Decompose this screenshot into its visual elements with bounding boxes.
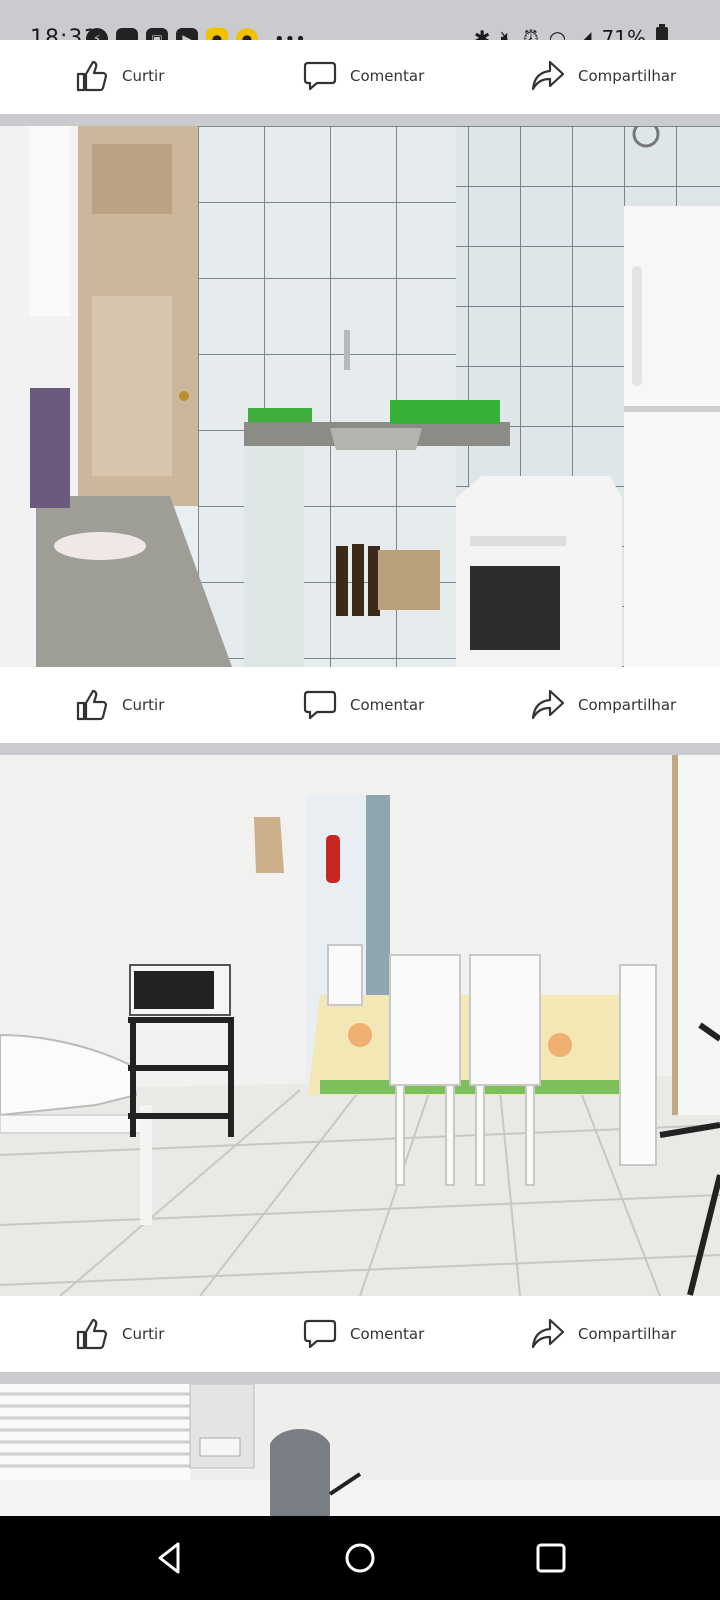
like-label: Curtir <box>122 696 165 714</box>
share-button[interactable]: Compartilhar <box>530 38 676 114</box>
like-button[interactable]: Curtir <box>74 667 164 743</box>
dining-room-photo <box>0 755 720 1296</box>
home-icon[interactable] <box>340 1538 380 1578</box>
system-navigation-bar <box>0 1516 720 1600</box>
back-icon[interactable] <box>150 1538 190 1578</box>
comment-button[interactable]: Comentar <box>302 1296 424 1372</box>
kitchen-photo <box>0 126 720 667</box>
share-button[interactable]: Compartilhar <box>530 667 676 743</box>
living-room-photo <box>0 1384 720 1516</box>
comment-label: Comentar <box>350 67 425 85</box>
like-label: Curtir <box>122 1325 165 1343</box>
share-label: Compartilhar <box>578 1325 677 1343</box>
share-label: Compartilhar <box>578 696 677 714</box>
post-photo-dining-room[interactable] <box>0 755 720 1296</box>
comment-label: Comentar <box>350 1325 425 1343</box>
post-actions-2: Curtir Comentar Compartilhar <box>0 1296 720 1372</box>
post-actions-1: Curtir Comentar Compartilhar <box>0 667 720 743</box>
comment-label: Comentar <box>350 696 425 714</box>
thumbs-up-icon <box>76 60 108 92</box>
recent-apps-icon[interactable] <box>530 1538 570 1578</box>
share-label: Compartilhar <box>578 67 677 85</box>
comment-icon <box>303 690 337 720</box>
comment-icon <box>303 61 337 91</box>
post-photo-kitchen[interactable] <box>0 126 720 667</box>
share-button[interactable]: Compartilhar <box>530 1296 676 1372</box>
like-button[interactable]: Curtir <box>74 38 164 114</box>
like-button[interactable]: Curtir <box>74 1296 164 1372</box>
comment-icon <box>303 1319 337 1349</box>
thumbs-up-icon <box>76 689 108 721</box>
share-icon <box>531 60 565 91</box>
like-label: Curtir <box>122 67 165 85</box>
post-actions-0: Curtir Comentar Compartilhar <box>0 40 720 114</box>
comment-button[interactable]: Comentar <box>302 38 424 114</box>
share-icon <box>531 1318 565 1349</box>
comment-button[interactable]: Comentar <box>302 667 424 743</box>
thumbs-up-icon <box>76 1318 108 1350</box>
post-photo-living-room[interactable] <box>0 1384 720 1516</box>
share-icon <box>531 689 565 720</box>
